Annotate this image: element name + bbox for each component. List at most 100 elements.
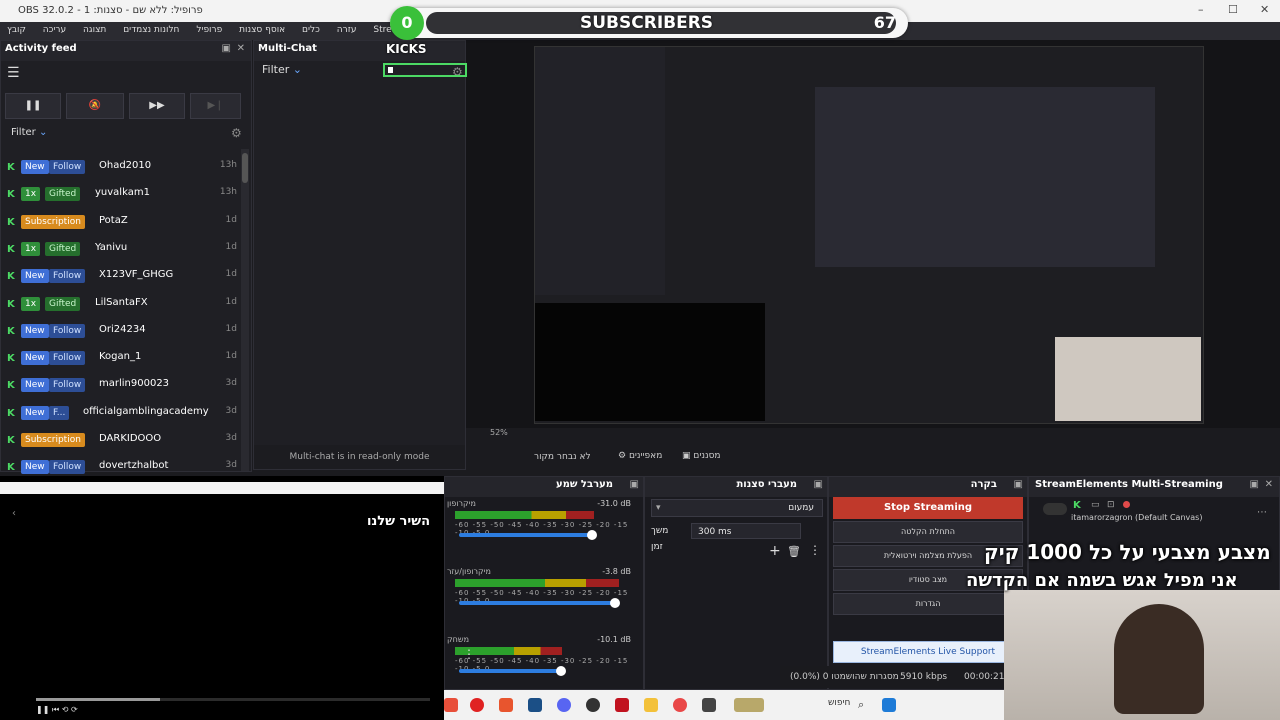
stop-streaming-button[interactable]: Stop Streaming — [833, 497, 1023, 519]
feed-row[interactable]: K New Follow Ohad2010 13h — [7, 159, 237, 177]
feed-row[interactable]: K New Follow X123VF_GHGG 1d — [7, 268, 237, 286]
search-icon[interactable]: ⌕ — [858, 698, 864, 712]
duration-input[interactable]: 300 ms — [691, 523, 801, 539]
mixer-menu-icon[interactable]: ⋮ — [463, 647, 475, 661]
monitor-icon[interactable]: ▭ — [1091, 500, 1100, 510]
event-type-badge: Follow — [49, 323, 86, 338]
window-title: OBS 32.0.2 - פרופיל: ללא שם - סצנות: 1 — [18, 5, 203, 16]
volume-slider[interactable] — [459, 533, 592, 537]
menu-item-file[interactable]: קובץ — [0, 22, 33, 38]
zoom-level[interactable]: 52% — [490, 428, 508, 437]
feed-row[interactable]: K New Follow Ori24234 1d — [7, 323, 237, 341]
hamburger-menu-icon[interactable]: ☰ — [7, 65, 20, 81]
volume-slider[interactable] — [459, 669, 561, 673]
filters-button[interactable]: ▣ מסננים — [682, 451, 721, 461]
chatgpt-icon[interactable] — [586, 698, 600, 712]
terminal-icon[interactable] — [702, 698, 716, 712]
mute-alerts-button[interactable]: 🔕 — [66, 93, 124, 119]
multichat-filter-dropdown[interactable]: Filter ⌄ — [262, 63, 302, 76]
feed-username[interactable]: Ohad2010 — [99, 160, 151, 171]
app-icon[interactable] — [444, 698, 458, 712]
float-icon[interactable]: ▣ — [222, 43, 231, 54]
feed-row[interactable]: K 1x Gifted Yanivu 1d — [7, 241, 237, 259]
subscribers-title: SUBSCRIBERS — [580, 13, 714, 33]
menu-item-tools[interactable]: כלים — [295, 22, 327, 38]
feed-username[interactable]: yuvalkam1 — [95, 187, 150, 198]
close-icon[interactable]: ✕ — [237, 43, 245, 54]
activity-feed-header: Activity feed ▣ ✕ — [1, 41, 251, 61]
feed-username[interactable]: Kogan_1 — [99, 351, 141, 362]
feed-username[interactable]: marlin900023 — [99, 378, 169, 389]
live-support-button[interactable]: StreamElements Live Support — [833, 641, 1023, 663]
game-icon[interactable] — [734, 698, 764, 712]
feed-row[interactable]: K Subscription PotaZ 1d — [7, 214, 237, 232]
feed-username[interactable]: Yanivu — [95, 242, 127, 253]
more-icon[interactable]: ⋯ — [1257, 507, 1267, 518]
volume-slider-knob[interactable] — [610, 598, 621, 608]
minimize-button[interactable]: – — [1198, 3, 1204, 16]
event-type-badge: Gifted — [45, 241, 81, 256]
netflix-icon[interactable] — [615, 698, 629, 712]
player-controls[interactable]: ❚❚ ⏮ ⟲ ⟳ — [36, 705, 78, 715]
feed-username[interactable]: dovertzhalbot — [99, 460, 168, 471]
feed-row[interactable]: K 1x Gifted yuvalkam1 13h — [7, 186, 237, 204]
scrollbar-thumb[interactable] — [242, 153, 248, 183]
search-text[interactable]: חיפוש — [828, 698, 850, 708]
preview-area[interactable] — [466, 40, 1280, 428]
volume-slider-knob[interactable] — [556, 666, 566, 676]
feed-username[interactable]: Ori24234 — [99, 324, 146, 335]
source-toolbar: לא נבחר מקור ⚙ מאפיינים ▣ מסננים — [466, 444, 1026, 468]
float-icon[interactable]: ▣ — [1014, 479, 1023, 490]
event-type-badge: Gifted — [45, 296, 81, 311]
feed-username[interactable]: officialgamblingacademy — [83, 406, 209, 417]
feed-row[interactable]: K New Follow dovertzhalbot 3d — [7, 459, 237, 477]
folder-icon[interactable] — [644, 698, 658, 712]
feed-row[interactable]: K Subscription DARKIDOOO 3d — [7, 432, 237, 450]
steam-icon[interactable] — [528, 698, 542, 712]
feed-row[interactable]: K New F... officialgamblingacademy 3d — [7, 405, 237, 423]
feed-filter-dropdown[interactable]: Filter ⌄ — [11, 127, 47, 138]
menu-dots-icon[interactable]: ⋮ — [809, 543, 821, 557]
feed-scrollbar[interactable] — [241, 149, 249, 471]
maximize-button[interactable]: ☐ — [1228, 3, 1238, 16]
float-icon[interactable]: ▣ — [630, 479, 639, 490]
youtube-icon[interactable] — [470, 698, 484, 712]
photos-icon[interactable] — [673, 698, 687, 712]
feed-row[interactable]: K New Follow Kogan_1 1d — [7, 350, 237, 368]
float-icon[interactable]: ▣ — [814, 479, 823, 490]
close-icon[interactable]: ✕ — [1265, 479, 1273, 490]
brave-icon[interactable] — [499, 698, 513, 712]
skip-end-button[interactable]: ▶❘ — [190, 93, 241, 119]
properties-button[interactable]: ⚙ מאפיינים — [618, 451, 662, 461]
pause-button[interactable]: ❚❚ — [5, 93, 61, 119]
feed-row[interactable]: K New Follow marlin900023 3d — [7, 377, 237, 395]
video-player-panel[interactable]: השיר שלנו ‹ ❚❚ ⏮ ⟲ ⟳ — [0, 476, 444, 720]
kick-logo-icon: K — [7, 243, 15, 255]
lock-icon[interactable]: ⊡ — [1107, 500, 1115, 510]
discord-icon[interactable] — [557, 698, 571, 712]
back-chevron-icon[interactable]: ‹ — [12, 508, 16, 519]
trash-icon[interactable]: 🗑 — [787, 545, 801, 558]
feed-row[interactable]: K 1x Gifted LilSantaFX 1d — [7, 296, 237, 314]
volume-slider[interactable] — [459, 601, 616, 605]
feed-username[interactable]: LilSantaFX — [95, 297, 148, 308]
menu-item-docks[interactable]: חלונות נצמדים — [116, 22, 186, 38]
close-button[interactable]: ✕ — [1260, 3, 1269, 16]
float-icon[interactable]: ▣ — [1250, 479, 1259, 490]
settings-button[interactable]: הגדרות — [833, 593, 1023, 615]
menu-item-edit[interactable]: עריכה — [36, 22, 73, 38]
menu-item-help[interactable]: עזרה — [330, 22, 364, 38]
volume-slider-knob[interactable] — [586, 530, 597, 540]
windows-start-icon[interactable] — [882, 698, 896, 712]
menu-item-scene-collection[interactable]: אוסף סצנות — [232, 22, 292, 38]
stream-toggle[interactable] — [1043, 503, 1067, 515]
menu-item-profile[interactable]: פרופיל — [189, 22, 229, 38]
feed-username[interactable]: X123VF_GHGG — [99, 269, 173, 280]
transition-select[interactable]: עמעום ▾ — [651, 499, 823, 517]
feed-username[interactable]: DARKIDOOO — [99, 433, 161, 444]
gear-icon[interactable]: ⚙ — [231, 126, 242, 140]
menu-item-view[interactable]: תצוגה — [76, 22, 113, 38]
add-icon[interactable]: + — [769, 543, 781, 559]
skip-button[interactable]: ▶▶ — [129, 93, 185, 119]
feed-username[interactable]: PotaZ — [99, 215, 128, 226]
